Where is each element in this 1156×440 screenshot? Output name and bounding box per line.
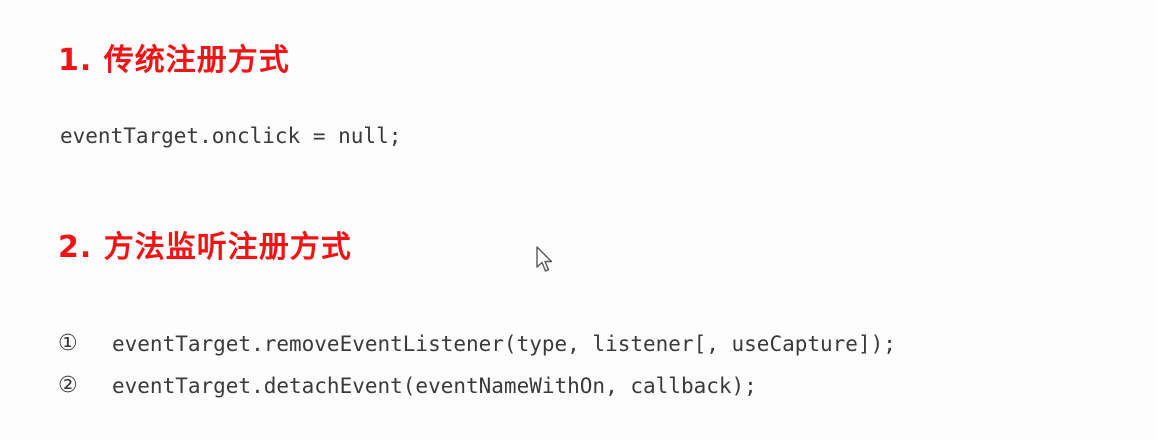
section-2-heading: 2. 方法监听注册方式	[58, 230, 352, 265]
section-1-code: eventTarget.onclick = null;	[60, 124, 402, 148]
section-1-heading: 1. 传统注册方式	[58, 43, 290, 78]
mouse-pointer-icon	[536, 246, 553, 272]
item-2-code: eventTarget.detachEvent(eventNameWithOn,…	[112, 374, 757, 398]
slide: 1. 传统注册方式 eventTarget.onclick = null; 2.…	[0, 0, 1156, 440]
item-1-code: eventTarget.removeEventListener(type, li…	[112, 332, 896, 356]
item-1-marker: ①	[58, 331, 78, 356]
item-2-marker: ②	[58, 373, 78, 398]
